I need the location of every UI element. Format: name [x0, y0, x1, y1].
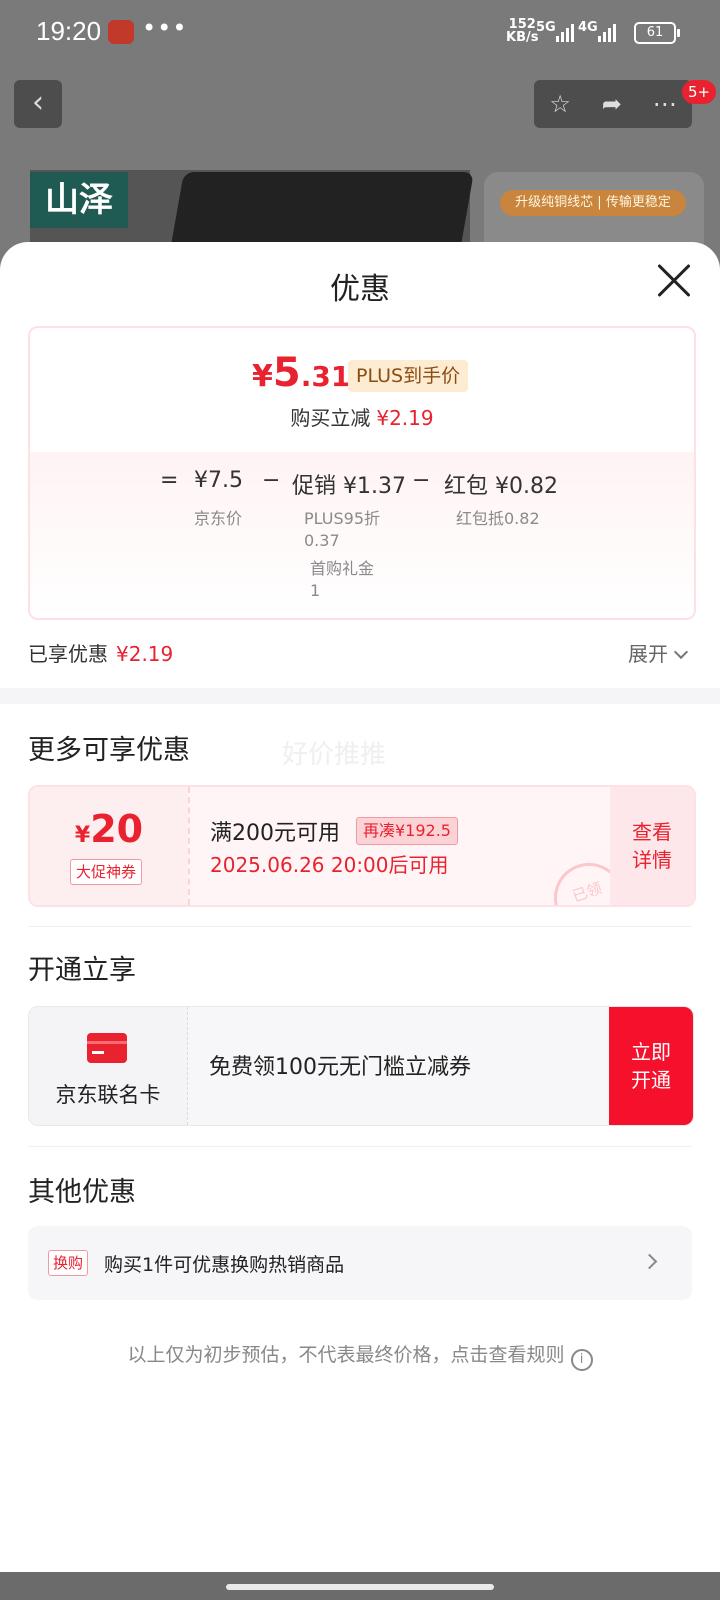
speed-unit: KB/s	[506, 30, 539, 45]
nav-toolbar: ☆ ➦ ⋯	[534, 80, 692, 128]
brand-logo: 山泽	[30, 172, 128, 228]
sheet-title: 优惠	[330, 272, 390, 307]
view-details-line2: 详情	[632, 848, 672, 872]
open-enjoy-title: 开通立享	[28, 955, 136, 986]
status-dots: •••	[142, 14, 188, 42]
promo-label: 促销	[292, 474, 337, 499]
bank-card-icon	[87, 1033, 127, 1063]
battery-icon: 61	[634, 22, 680, 44]
open-now-line2: 开通	[631, 1068, 671, 1092]
promo-first-gift-value: 1	[310, 581, 321, 600]
cobrand-card-offer[interactable]: 京东联名卡 免费领100元无门槛立减券 立即开通	[28, 1006, 694, 1126]
coupon-symbol: ¥	[74, 823, 91, 848]
coupon-card[interactable]: ¥20 大促神券 满200元可用 再凑¥192.5 2025.06.26 20:…	[28, 785, 696, 907]
info-icon: i	[570, 1349, 593, 1371]
cobrand-perforation	[187, 1007, 188, 1125]
discount-sheet: 优惠 ¥5.31 PLUS到手价 购买立减 ¥2.19 = ¥7.5 京东价 − …	[0, 242, 720, 1572]
cobrand-card-name: 京东联名卡	[55, 1083, 161, 1107]
price-integer: 5	[272, 350, 301, 396]
minus-sign-2: −	[412, 468, 431, 493]
home-indicator[interactable]	[226, 1584, 494, 1590]
promo-plus95-label: PLUS95折	[304, 509, 380, 528]
share-icon[interactable]: ➦	[602, 90, 622, 118]
more-icon[interactable]: ⋯	[653, 90, 677, 118]
redpacket-label: 红包	[444, 474, 489, 499]
final-price: ¥5.31	[252, 350, 350, 396]
expand-label: 展开	[628, 642, 668, 666]
signal-icon-2	[598, 22, 616, 42]
redpacket-value: ¥0.82	[495, 474, 558, 499]
open-now-line1: 立即	[631, 1040, 671, 1064]
promo-first-gift: 首购礼金 1	[310, 558, 374, 602]
more-discounts-title: 更多可享优惠	[28, 735, 190, 766]
divider-line	[28, 926, 692, 927]
promo-amount: 促销 ¥1.37	[292, 468, 406, 500]
promo-plus95: PLUS95折 0.37	[304, 508, 380, 552]
promo-plus95-value: 0.37	[304, 531, 340, 550]
other-discounts-title: 其他优惠	[28, 1177, 136, 1208]
disclaimer[interactable]: 以上仅为初步预估，不代表最终价格，点击查看规则 i	[0, 1340, 720, 1371]
app-notification-icon	[108, 20, 134, 44]
open-now-button[interactable]: 立即 开通	[609, 1007, 693, 1125]
expand-button[interactable]: 展开	[628, 638, 689, 667]
exchange-text: 购买1件可优惠换购热销商品	[104, 1254, 345, 1276]
view-details-line1: 查看	[632, 820, 672, 844]
chevron-down-icon	[673, 644, 689, 660]
minus-sign-1: −	[262, 468, 281, 493]
back-icon[interactable]: ‹	[14, 80, 62, 128]
network-4g-label: 4G	[578, 20, 598, 35]
cobrand-desc: 免费领100元无门槛立减券	[209, 1055, 471, 1080]
redpacket-amount: 红包 ¥0.82	[444, 468, 558, 500]
coupon-amount: ¥20	[30, 807, 188, 851]
enjoyed-value: ¥2.19	[116, 642, 174, 666]
price-decimal: .31	[300, 360, 351, 393]
divider-line-2	[28, 1146, 692, 1147]
redpacket-sub: 红包抵0.82	[456, 509, 540, 528]
buy-reduce-value: ¥2.19	[376, 406, 434, 430]
chevron-right-icon	[641, 1253, 658, 1270]
star-icon[interactable]: ☆	[549, 90, 571, 118]
base-price-label: 京东价	[194, 509, 243, 528]
promo-value: ¥1.37	[343, 474, 406, 499]
disclaimer-text: 以上仅为初步预估，不代表最终价格，点击查看规则	[127, 1344, 565, 1366]
base-price: ¥7.5	[194, 468, 243, 493]
section-divider	[0, 688, 720, 704]
coupon-time: 2025.06.26 20:00后可用	[210, 853, 449, 877]
price-card: ¥5.31 PLUS到手价 购买立减 ¥2.19 = ¥7.5 京东价 − 促销 …	[28, 326, 696, 620]
coupon-need-more: 再凑¥192.5	[356, 817, 458, 845]
coupon-perforation	[188, 787, 190, 905]
watermark: 好价推推	[282, 740, 387, 770]
network-speed: 152 KB/s	[506, 18, 538, 44]
coupon-amount-number: 20	[90, 807, 144, 851]
status-time: 19:20	[36, 16, 102, 46]
close-icon[interactable]	[656, 262, 692, 298]
buy-reduce-line: 购买立减 ¥2.19	[30, 402, 694, 431]
view-details-button[interactable]: 查看 详情	[610, 787, 694, 905]
enjoyed-discount: 已享优惠 ¥2.19	[28, 638, 173, 667]
signal-icon	[556, 22, 574, 42]
message-badge: 5+	[682, 80, 716, 104]
coupon-kind-tag: 大促神券	[70, 859, 143, 885]
price-symbol: ¥	[252, 359, 273, 394]
network-5g-label: 5G	[536, 20, 556, 35]
equals-sign: =	[160, 468, 179, 493]
exchange-tag: 换购	[48, 1250, 89, 1276]
buy-reduce-label: 购买立减	[290, 406, 371, 430]
status-bar: 19:20 ••• 152 KB/s 5G 4G 61	[0, 0, 720, 64]
banner-tag: 升级纯铜线芯 | 传输更稳定	[500, 190, 686, 216]
plus-price-tag: PLUS到手价	[348, 360, 469, 392]
exchange-offer-row[interactable]: 换购 购买1件可优惠换购热销商品	[28, 1226, 692, 1300]
enjoyed-label: 已享优惠	[28, 642, 108, 666]
coupon-condition: 满200元可用	[210, 821, 340, 846]
promo-first-gift-label: 首购礼金	[310, 559, 375, 578]
